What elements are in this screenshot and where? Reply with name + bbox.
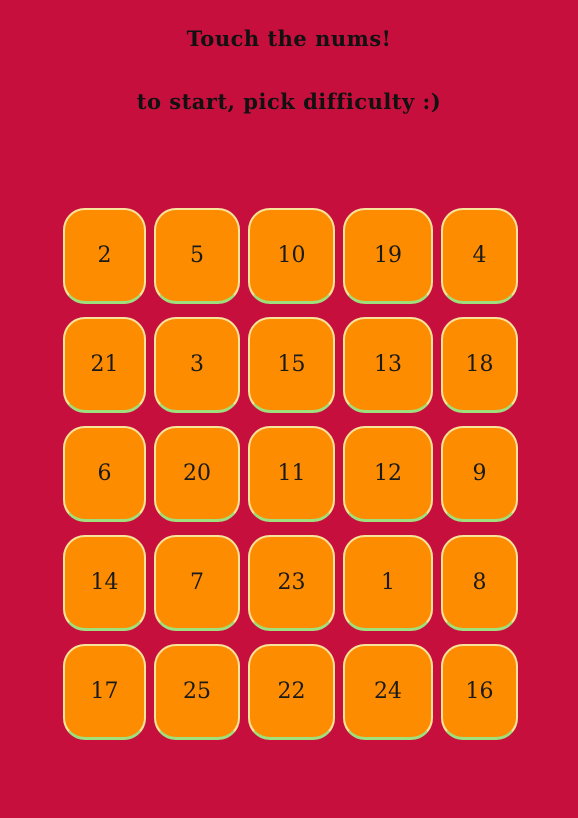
number-tile[interactable]: 9: [441, 426, 518, 522]
number-tile[interactable]: 16: [441, 644, 518, 740]
grid-row-4: 14 7 23 1 8: [63, 535, 526, 636]
number-tile[interactable]: 21: [63, 317, 146, 413]
number-tile[interactable]: 2: [63, 208, 146, 304]
number-tile[interactable]: 5: [154, 208, 240, 304]
number-tile[interactable]: 12: [343, 426, 433, 522]
number-tile[interactable]: 11: [248, 426, 335, 522]
difficulty-prompt: to start, pick difficulty :): [136, 89, 442, 114]
number-tile[interactable]: 8: [441, 535, 518, 631]
number-tile[interactable]: 23: [248, 535, 335, 631]
grid-row-1: 2 5 10 19 4: [63, 208, 526, 309]
number-tile[interactable]: 4: [441, 208, 518, 304]
grid-row-5: 17 25 22 24 16: [63, 644, 526, 745]
grid-row-3: 6 20 11 12 9: [63, 426, 526, 527]
number-tile[interactable]: 10: [248, 208, 335, 304]
number-tile[interactable]: 24: [343, 644, 433, 740]
number-tile[interactable]: 6: [63, 426, 146, 522]
game-title: Touch the nums!: [186, 26, 392, 51]
number-tile[interactable]: 3: [154, 317, 240, 413]
number-tile[interactable]: 7: [154, 535, 240, 631]
number-tile[interactable]: 1: [343, 535, 433, 631]
grid-row-2: 21 3 15 13 18: [63, 317, 526, 418]
number-tile[interactable]: 17: [63, 644, 146, 740]
number-tile[interactable]: 19: [343, 208, 433, 304]
number-tile[interactable]: 18: [441, 317, 518, 413]
number-grid: 2 5 10 19 4 21 3 15 13 18 6 20 11 12 9 1…: [63, 208, 526, 753]
number-tile[interactable]: 25: [154, 644, 240, 740]
number-tile[interactable]: 20: [154, 426, 240, 522]
number-tile[interactable]: 22: [248, 644, 335, 740]
number-tile[interactable]: 14: [63, 535, 146, 631]
number-tile[interactable]: 13: [343, 317, 433, 413]
number-tile[interactable]: 15: [248, 317, 335, 413]
